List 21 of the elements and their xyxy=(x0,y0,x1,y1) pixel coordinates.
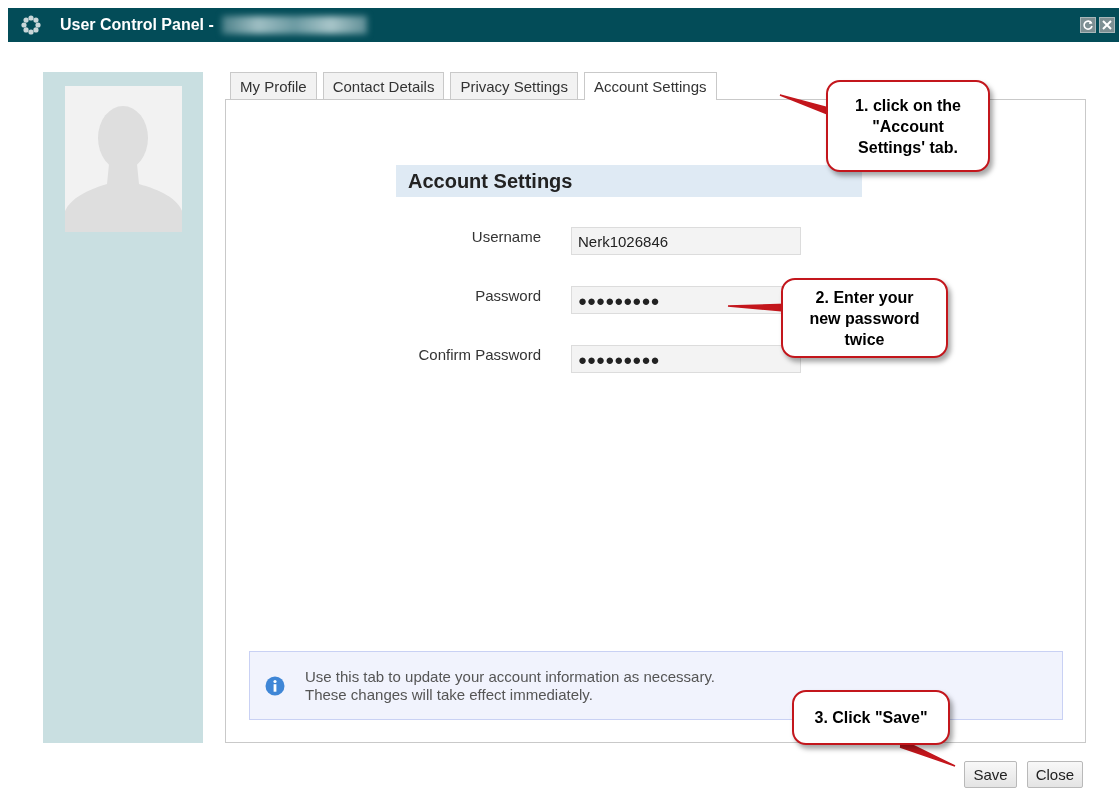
close-button[interactable]: Close xyxy=(1026,761,1083,788)
field-label: Password xyxy=(474,287,541,304)
refresh-button[interactable] xyxy=(1080,17,1096,33)
save-button[interactable]: Save xyxy=(964,761,1017,788)
window-title: User Control Panel - xyxy=(60,16,214,34)
callout-tooltip: 3. Click "Save" xyxy=(792,690,950,745)
tab[interactable]: Account Settings xyxy=(583,72,717,100)
tab[interactable]: Privacy Settings xyxy=(450,72,578,99)
gear-icon xyxy=(20,14,42,36)
callout-tooltip: 2. Enter your new password twice xyxy=(781,278,948,358)
tab[interactable]: My Profile xyxy=(230,72,317,99)
input-field[interactable]: Nerk1026846 xyxy=(571,227,801,255)
tab[interactable]: Contact Details xyxy=(322,72,445,99)
section-heading: Account Settings xyxy=(396,165,862,197)
input-field[interactable]: ●●●●●●●●● xyxy=(571,345,801,373)
info-icon xyxy=(265,675,285,696)
field-label: Confirm Password xyxy=(417,346,541,363)
close-button[interactable] xyxy=(1099,17,1115,33)
field-label: Username xyxy=(470,228,541,245)
info-text: Use this tab to update your account information as necessary. These changes will take effect immediately. xyxy=(305,667,715,704)
callout-tooltip: 1. click on the "Account Settings' tab. xyxy=(826,80,990,172)
